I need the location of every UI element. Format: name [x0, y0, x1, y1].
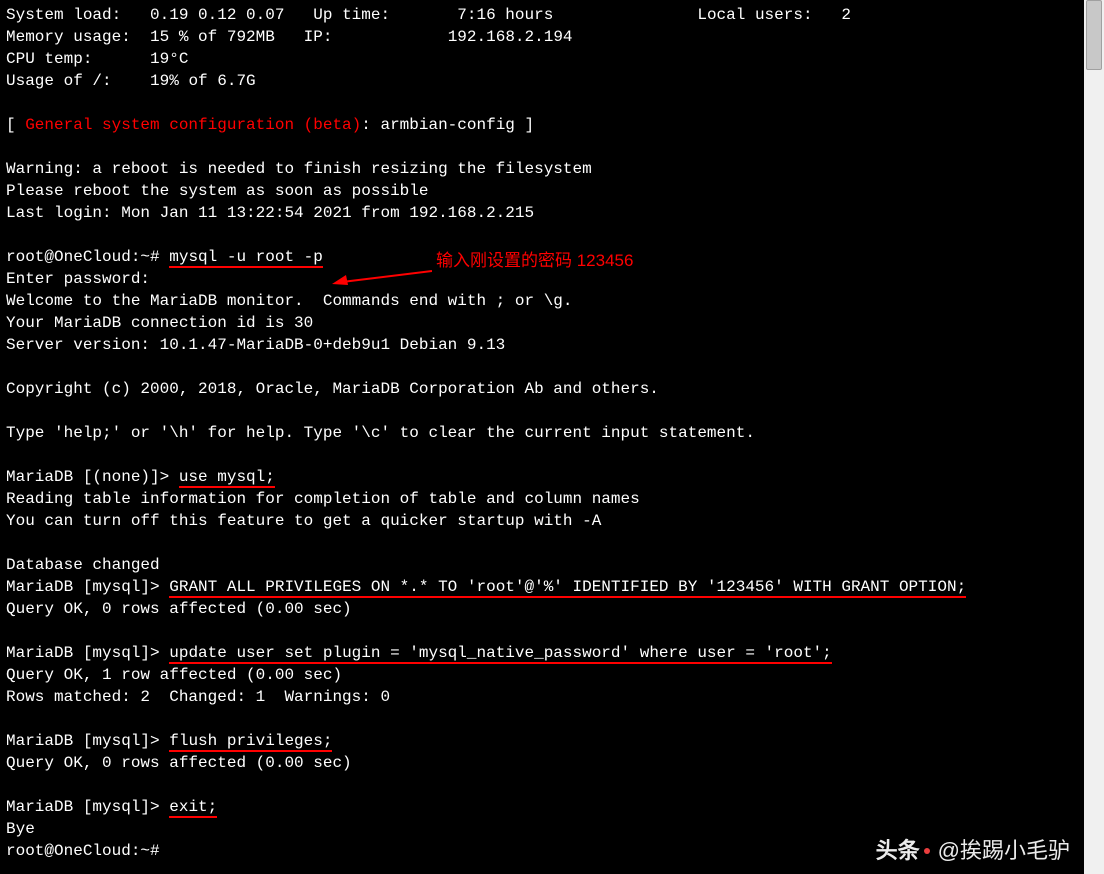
terminal-output[interactable]: System load: 0.19 0.12 0.07 Up time: 7:1… — [0, 0, 1084, 874]
welcome-msg: Welcome to the MariaDB monitor. Commands… — [6, 292, 573, 310]
maria-prompt-mysql: MariaDB [mysql]> — [6, 578, 169, 596]
scrollbar-thumb[interactable] — [1086, 0, 1102, 70]
server-version: Server version: 10.1.47-MariaDB-0+deb9u1… — [6, 336, 505, 354]
disk-label: Usage of /: — [6, 72, 112, 90]
maria-cmd-flush: flush privileges; — [169, 732, 332, 752]
localusers-value: 2 — [841, 6, 851, 24]
scrollbar-track[interactable] — [1084, 0, 1104, 874]
rows-matched: Rows matched: 2 Changed: 1 Warnings: 0 — [6, 688, 390, 706]
shell-command-mysql: mysql -u root -p — [169, 248, 323, 268]
maria-prompt-none: MariaDB [(none)]> — [6, 468, 179, 486]
query-ok-0b: Query OK, 0 rows affected (0.00 sec) — [6, 754, 352, 772]
last-login: Last login: Mon Jan 11 13:22:54 2021 fro… — [6, 204, 534, 222]
annotation-text: 输入刚设置的密码 123456 — [436, 250, 633, 272]
maria-cmd-exit: exit; — [169, 798, 217, 818]
sysload-label: System load: — [6, 6, 121, 24]
localusers-label: Local users: — [697, 6, 812, 24]
reading-table: Reading table information for completion… — [6, 490, 640, 508]
connection-id: Your MariaDB connection id is 30 — [6, 314, 313, 332]
cpu-value: 19°C — [150, 50, 188, 68]
copyright: Copyright (c) 2000, 2018, Oracle, MariaD… — [6, 380, 659, 398]
db-changed: Database changed — [6, 556, 160, 574]
maria-cmd-grant: GRANT ALL PRIVILEGES ON *.* TO 'root'@'%… — [169, 578, 966, 598]
annotation-arrow-icon — [332, 267, 432, 287]
cpu-label: CPU temp: — [6, 50, 92, 68]
shell-prompt: root@OneCloud:~# — [6, 248, 169, 266]
help-hint: Type 'help;' or '\h' for help. Type '\c'… — [6, 424, 755, 442]
maria-cmd-update: update user set plugin = 'mysql_native_p… — [169, 644, 832, 664]
warning-line2: Please reboot the system as soon as poss… — [6, 182, 428, 200]
uptime-value: 7:16 hours — [457, 6, 553, 24]
ip-label: IP: — [304, 28, 333, 46]
warning-line1: Warning: a reboot is needed to finish re… — [6, 160, 592, 178]
config-bracket: [ — [6, 116, 25, 134]
query-ok-1: Query OK, 1 row affected (0.00 sec) — [6, 666, 342, 684]
bye: Bye — [6, 820, 35, 838]
maria-prompt-mysql-4: MariaDB [mysql]> — [6, 798, 169, 816]
turnoff-hint: You can turn off this feature to get a q… — [6, 512, 601, 530]
query-ok-0a: Query OK, 0 rows affected (0.00 sec) — [6, 600, 352, 618]
maria-prompt-mysql-2: MariaDB [mysql]> — [6, 644, 169, 662]
sysload-value: 0.19 0.12 0.07 — [150, 6, 284, 24]
watermark-logo: 头条 — [876, 840, 930, 862]
config-text: General system configuration (beta) — [25, 116, 361, 134]
maria-cmd-use: use mysql; — [179, 468, 275, 488]
shell-prompt-end: root@OneCloud:~# — [6, 842, 160, 860]
mem-value: 15 % of 792MB — [150, 28, 275, 46]
config-suffix: : armbian-config ] — [361, 116, 534, 134]
watermark-handle: @挨踢小毛驴 — [938, 840, 1070, 862]
ip-value: 192.168.2.194 — [448, 28, 573, 46]
enter-password: Enter password: — [6, 270, 150, 288]
disk-value: 19% of 6.7G — [150, 72, 256, 90]
mem-label: Memory usage: — [6, 28, 131, 46]
uptime-label: Up time: — [313, 6, 390, 24]
watermark: 头条 @挨踢小毛驴 — [876, 840, 1070, 862]
maria-prompt-mysql-3: MariaDB [mysql]> — [6, 732, 169, 750]
